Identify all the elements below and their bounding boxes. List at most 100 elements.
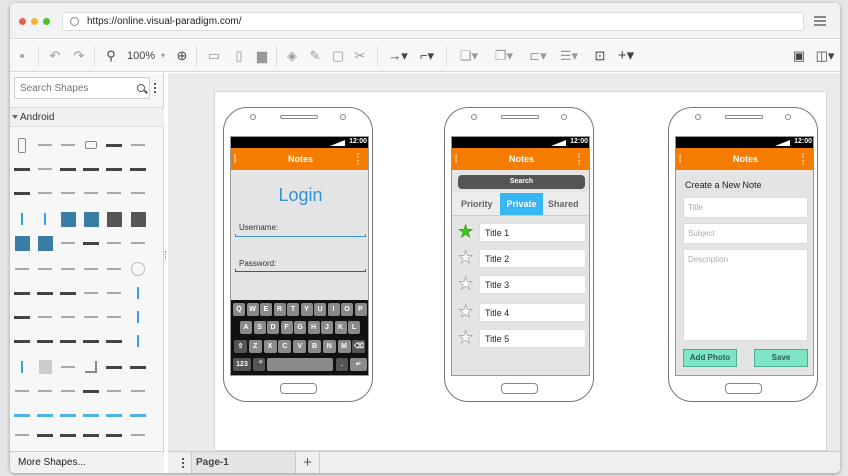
shape-thumbnail[interactable] [14,235,30,251]
overflow-menu-icon[interactable] [357,153,359,165]
keyboard-key[interactable]: S [253,321,266,334]
paste-icon[interactable]: ▯ [231,48,247,64]
keyboard-key[interactable]: ⇧ [234,340,247,353]
phone-login[interactable]: 12:00 Notes Login Username: Password: QW… [223,107,373,402]
note-subject-field[interactable]: Subject [683,223,808,244]
keyboard-key[interactable]: R [273,303,286,316]
shape-thumbnail[interactable] [130,167,146,171]
star-outline-icon[interactable]: ★ [458,275,474,293]
shape-thumbnail[interactable] [85,361,97,373]
sidebar-toggle-icon[interactable]: ◫▾ [813,48,837,64]
diagram-canvas[interactable]: 12:00 Notes Login Username: Password: QW… [168,73,840,451]
keyboard-key[interactable]: X [263,340,277,353]
shape-thumbnail[interactable] [83,167,99,171]
shape-thumbnail[interactable] [37,433,53,437]
shape-thumbnail[interactable] [21,361,23,373]
shape-thumbnail[interactable] [15,390,29,392]
shape-thumbnail[interactable] [130,365,146,369]
shape-thumbnail[interactable] [14,191,30,195]
to-back-icon[interactable]: ❐▾ [492,48,516,64]
shape-thumbnail[interactable] [38,268,52,270]
line-color-icon[interactable]: ✎ [307,48,323,64]
maximize-window-icon[interactable] [43,18,50,25]
shape-thumbnail[interactable] [106,211,122,227]
copy-icon[interactable]: ▭ [206,48,222,64]
shape-thumbnail[interactable] [84,268,98,270]
shape-thumbnail[interactable] [83,241,99,245]
keyboard-key[interactable]: D [267,321,279,334]
shape-thumbnail[interactable] [14,291,30,295]
shape-thumbnail[interactable] [131,390,145,392]
shape-thumbnail[interactable] [37,339,53,343]
keyboard-key[interactable]: E [260,303,272,316]
password-field[interactable] [235,269,366,272]
diagram-page[interactable]: 12:00 Notes Login Username: Password: QW… [214,91,827,451]
zoom-level[interactable]: 100% [127,50,155,62]
search-button[interactable]: Search [458,175,585,189]
align-icon[interactable]: ⊏▾ [526,48,550,64]
shape-thumbnail[interactable] [107,242,121,244]
keyboard-key[interactable]: Y [300,303,313,316]
zoom-dropdown-icon[interactable]: ▾ [155,48,171,64]
add-photo-button[interactable]: Add Photo [683,349,737,367]
shape-thumbnail[interactable] [84,192,98,194]
shape-thumbnail[interactable] [106,167,122,171]
phone-note-list[interactable]: 12:00 Notes Search Priority Private Shar… [444,107,594,402]
shape-thumbnail[interactable] [131,144,145,146]
shape-thumbnail[interactable] [83,389,99,393]
list-item[interactable]: Title 3 [479,275,586,294]
shape-thumbnail[interactable] [14,413,30,417]
shape-thumbnail[interactable] [18,137,26,153]
shape-thumbnail[interactable] [14,339,30,343]
page-tab[interactable]: Page-1 [192,452,296,473]
to-front-icon[interactable]: ❏▾ [457,48,481,64]
add-page-button[interactable]: + [296,452,320,473]
keyboard-key[interactable] [267,358,333,371]
browser-menu-icon[interactable] [814,16,826,26]
shape-thumbnail[interactable] [15,434,29,436]
shape-thumbnail[interactable] [38,192,52,194]
waypoint-icon[interactable]: ⌐▾ [415,48,439,64]
shape-thumbnail[interactable] [130,413,146,417]
keyboard-key[interactable]: I [327,303,340,316]
sidebar-options-icon[interactable] [154,83,157,95]
redo-icon[interactable]: ↷ [71,48,87,64]
save-icon[interactable]: ▪ [14,48,30,64]
zoom-out-icon[interactable]: ⚲ [103,48,119,64]
shape-thumbnail[interactable] [84,292,98,294]
shape-thumbnail[interactable] [60,211,76,227]
search-icon[interactable] [137,84,145,92]
shape-thumbnail[interactable] [61,316,75,318]
shape-thumbnail[interactable] [14,315,30,319]
shape-thumbnail[interactable] [61,192,75,194]
keyboard-key[interactable]: U [314,303,326,316]
keyboard-key[interactable]: 123 [233,358,251,371]
create-note-screen[interactable]: 12:00 Notes Create a New Note Title Subj… [675,136,814,376]
keyboard-key[interactable]: ↵ [350,358,367,371]
keyboard-key[interactable]: K [334,321,347,334]
shape-thumbnail[interactable] [61,390,75,392]
shape-thumbnail[interactable] [137,287,139,299]
tab-private[interactable]: Private [500,193,543,215]
group-icon[interactable]: ⊡ [592,48,608,64]
tab-priority[interactable]: Priority [461,199,493,209]
shape-thumbnail[interactable] [106,433,122,437]
shape-thumbnail[interactable] [38,168,52,170]
keyboard-key[interactable]: . [336,358,348,371]
shape-thumbnail[interactable] [60,291,76,295]
shape-thumbnail[interactable] [61,242,75,244]
keyboard-key[interactable]: O [341,303,353,316]
note-list-screen[interactable]: 12:00 Notes Search Priority Private Shar… [451,136,590,376]
shape-thumbnail[interactable] [44,213,46,225]
shape-thumbnail[interactable] [85,141,97,149]
keyboard-key[interactable]: ⌫ [352,340,366,353]
address-bar[interactable]: https://online.visual-paradigm.com/ [62,12,804,31]
keyboard-key[interactable]: J [321,321,333,334]
keyboard-key[interactable]: H [307,321,320,334]
android-section-header[interactable]: Android [10,107,164,127]
keyboard-key[interactable]: 🎤 [253,358,265,371]
shape-thumbnail[interactable] [61,268,75,270]
shape-thumbnail[interactable] [14,167,30,171]
shape-thumbnail[interactable] [107,292,121,294]
shape-thumbnail[interactable] [60,339,76,343]
